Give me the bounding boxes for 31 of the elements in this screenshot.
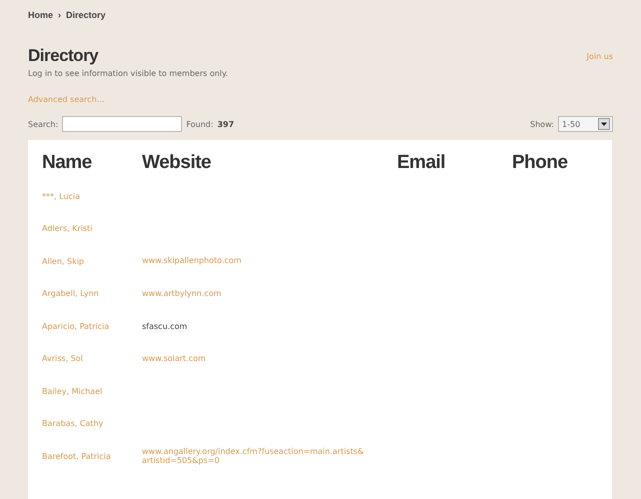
show-dropdown[interactable]: 1-50 — [558, 116, 613, 132]
advanced-search-link[interactable]: Advanced search... — [28, 95, 104, 104]
member-name-link[interactable]: ***, Lucia — [42, 192, 80, 201]
breadcrumb-current: Directory — [66, 10, 106, 20]
found-label: Found: — [186, 120, 214, 128]
website-link[interactable]: www.solart.com — [142, 354, 206, 364]
column-header: Email — [397, 151, 446, 175]
login-notice: Log in to see information visible to members only. — [28, 69, 230, 78]
breadcrumb-link[interactable]: Home — [28, 10, 54, 20]
website-link[interactable]: www.skipallenphoto.com — [142, 256, 242, 266]
column-header: Website — [142, 151, 212, 175]
member-name-link[interactable]: Adlers, Kristi — [42, 224, 92, 234]
page-title: Directory — [28, 46, 98, 66]
found-count: 397 — [217, 120, 234, 128]
member-name-link[interactable]: Allen, Skip — [42, 256, 84, 266]
show-label: Show: — [530, 120, 554, 128]
member-name-link[interactable]: Avriss, Sol — [42, 354, 83, 364]
search-label: Search: — [28, 120, 58, 128]
breadcrumb-separator: › — [58, 10, 62, 20]
member-name-link[interactable]: Aparicio, Patricia — [42, 322, 110, 331]
website-link[interactable]: www.artbylynn.com — [142, 288, 222, 299]
join-link[interactable]: Join us — [586, 52, 613, 60]
column-header: Name — [42, 148, 142, 180]
member-name-link[interactable]: Argabell, Lynn — [42, 289, 99, 298]
member-name-link[interactable]: Barefoot, Patricia — [42, 452, 111, 461]
member-name-link[interactable]: Bailey, Michael — [42, 386, 102, 396]
website-text: sfascu.com — [142, 322, 188, 331]
column-header: Phone — [512, 151, 569, 175]
website-link[interactable]: www.angallery.org/index.cfm?fuseaction=main.artists&artistid=505&ps=0 — [142, 446, 367, 466]
member-name-link[interactable]: Barabas, Cathy — [42, 419, 104, 428]
search-field[interactable] — [62, 116, 182, 132]
